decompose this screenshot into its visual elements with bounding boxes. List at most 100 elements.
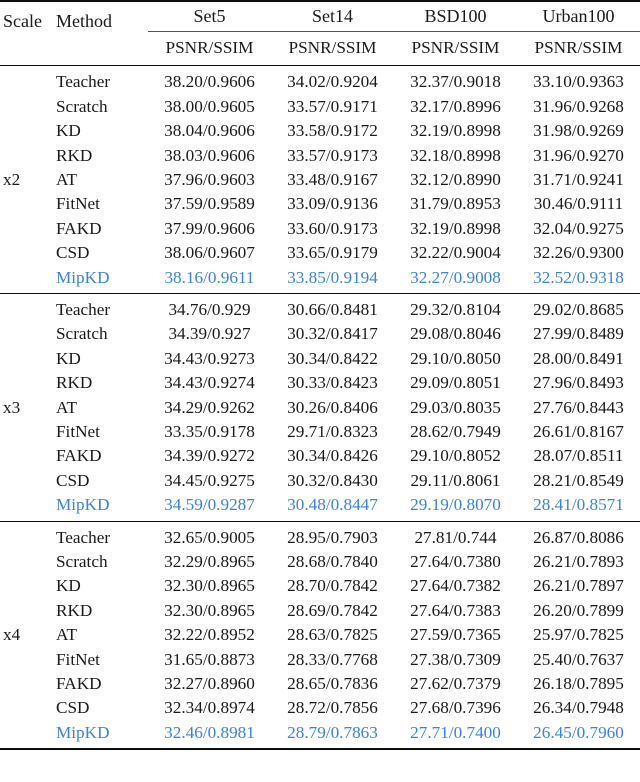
scale-cell-empty <box>0 371 50 395</box>
metric-cell-urban100: 26.87/0.8086 <box>533 527 624 547</box>
method-name-cell: AT <box>56 169 78 189</box>
table-row: CSD 34.45/0.9275 30.32/0.8430 29.11/0.8061 2… <box>0 469 640 493</box>
metric-cell-set14: 33.48/0.9167 <box>287 169 378 189</box>
metric-cell-set14: 33.60/0.9173 <box>287 218 378 238</box>
scale-label-x2: x2 <box>3 169 21 189</box>
table-row: Scratch 38.00/0.9605 33.57/0.9171 32.17/0.8… <box>0 95 640 119</box>
method-name-cell: MipKD <box>56 495 110 515</box>
table-row: FitNet 33.35/0.9178 29.71/0.8323 28.62/0.79… <box>0 420 640 444</box>
method-name-cell: FAKD <box>56 218 102 238</box>
scale-cell-empty <box>0 95 50 119</box>
method-name-cell: RKD <box>56 373 93 393</box>
column-group-header-set14: Set14 <box>311 6 353 26</box>
scale-cell-empty <box>0 144 50 168</box>
metric-cell-bsd100: 32.17/0.8996 <box>410 96 501 116</box>
scale-cell-empty <box>0 550 50 574</box>
table-row: FAKD 32.27/0.8960 28.65/0.7836 27.62/0.7379… <box>0 672 640 696</box>
metric-cell-urban100: 31.96/0.9270 <box>533 145 624 165</box>
column-header-method: Method <box>56 11 112 32</box>
metric-cell-set5: 32.30/0.8965 <box>164 600 255 620</box>
metric-cell-urban100: 27.96/0.8493 <box>533 373 624 393</box>
scale-cell-empty <box>0 493 50 521</box>
column-group-header-urban100: Urban100 <box>542 6 615 26</box>
metric-cell-urban100: 30.46/0.9111 <box>533 194 624 214</box>
metric-cell-urban100: 29.02/0.8685 <box>533 299 624 319</box>
metric-cell-urban100: 33.10/0.9363 <box>533 72 624 92</box>
metric-cell-urban100: 32.52/0.9318 <box>533 267 624 287</box>
metric-cell-set14: 28.72/0.7856 <box>287 698 378 718</box>
metric-cell-set5: 34.39/0.9272 <box>164 446 255 466</box>
table-row: MipKD 38.16/0.9611 33.85/0.9194 32.27/0.900… <box>0 266 640 294</box>
metric-cell-set14: 28.33/0.7768 <box>287 649 378 669</box>
metric-header-urban100: PSNR/SSIM <box>534 38 623 58</box>
metric-cell-bsd100: 32.12/0.8990 <box>410 169 501 189</box>
metric-cell-bsd100: 29.09/0.8051 <box>410 373 501 393</box>
metric-cell-set5: 38.20/0.9606 <box>164 72 255 92</box>
metric-cell-bsd100: 27.38/0.7309 <box>410 649 501 669</box>
metric-cell-bsd100: 27.59/0.7365 <box>410 625 501 645</box>
metric-cell-set5: 34.76/0.929 <box>168 299 251 319</box>
metric-cell-bsd100: 31.79/0.8953 <box>410 194 501 214</box>
scale-cell-empty <box>0 721 50 749</box>
metric-cell-bsd100: 32.37/0.9018 <box>410 72 501 92</box>
table-row: RKD 32.30/0.8965 28.69/0.7842 27.64/0.7383 2… <box>0 599 640 623</box>
metric-cell-set14: 30.34/0.8422 <box>287 348 378 368</box>
scale-cell-empty <box>0 192 50 216</box>
method-name-cell: RKD <box>56 145 93 165</box>
metric-cell-bsd100: 29.08/0.8046 <box>410 324 501 344</box>
table-row: x4 AT 32.22/0.8952 28.63/0.7825 27.59/0.7365… <box>0 623 640 647</box>
metric-cell-set5: 32.27/0.8960 <box>164 674 255 694</box>
metric-cell-urban100: 31.71/0.9241 <box>533 169 624 189</box>
metric-cell-bsd100: 32.19/0.8998 <box>410 121 501 141</box>
metric-header-set5: PSNR/SSIM <box>165 38 254 58</box>
metric-cell-set14: 30.32/0.8417 <box>287 324 378 344</box>
table-row: FitNet 37.59/0.9589 33.09/0.9136 31.79/0.89… <box>0 192 640 216</box>
metric-cell-set5: 32.46/0.8981 <box>164 722 255 742</box>
metric-cell-set14: 30.32/0.8430 <box>287 470 378 490</box>
metric-cell-urban100: 27.99/0.8489 <box>533 324 624 344</box>
metric-cell-set14: 30.26/0.8406 <box>287 397 378 417</box>
scale-cell-empty <box>0 420 50 444</box>
metric-cell-urban100: 27.76/0.8443 <box>533 397 624 417</box>
table-row: x2 AT 37.96/0.9603 33.48/0.9167 32.12/0.8990… <box>0 168 640 192</box>
table-row: Scratch 32.29/0.8965 28.68/0.7840 27.64/0.7… <box>0 550 640 574</box>
metric-cell-bsd100: 27.62/0.7379 <box>410 674 501 694</box>
metric-cell-set5: 34.43/0.9273 <box>164 348 255 368</box>
metric-cell-set14: 30.66/0.8481 <box>287 299 378 319</box>
header-metric-row: PSNR/SSIM PSNR/SSIM PSNR/SSIM PSNR/SSIM <box>0 32 640 66</box>
scale-cell-empty <box>0 266 50 294</box>
scale-cell-empty <box>0 599 50 623</box>
method-name-cell: Scratch <box>56 96 108 116</box>
table-row: x3 AT 34.29/0.9262 30.26/0.8406 29.03/0.8035… <box>0 396 640 420</box>
metric-cell-set5: 34.29/0.9262 <box>164 397 255 417</box>
table-row: Scratch 34.39/0.927 30.32/0.8417 29.08/0.80… <box>0 322 640 346</box>
scale-cell-empty <box>0 444 50 468</box>
method-name-cell: Scratch <box>56 324 108 344</box>
metric-cell-set14: 28.65/0.7836 <box>287 674 378 694</box>
table-row: Teacher 38.20/0.9606 34.02/0.9204 32.37/0.9… <box>0 66 640 94</box>
metric-cell-urban100: 26.21/0.7893 <box>533 552 624 572</box>
method-name-cell: FAKD <box>56 446 102 466</box>
scale-cell-empty <box>0 322 50 346</box>
scale-cell-empty <box>0 696 50 720</box>
table-row: MipKD 34.59/0.9287 30.48/0.8447 29.19/0.807… <box>0 493 640 521</box>
method-name-cell: Teacher <box>56 527 111 547</box>
metric-cell-set5: 33.35/0.9178 <box>164 421 255 441</box>
metric-cell-set14: 30.48/0.8447 <box>287 495 378 515</box>
metric-cell-set5: 38.03/0.9606 <box>164 145 255 165</box>
metric-cell-set5: 32.29/0.8965 <box>164 552 255 572</box>
metric-cell-urban100: 26.45/0.7960 <box>533 722 624 742</box>
method-name-cell: AT <box>56 625 78 645</box>
metric-cell-bsd100: 28.62/0.7949 <box>410 421 501 441</box>
metric-cell-set5: 34.45/0.9275 <box>164 470 255 490</box>
metric-cell-urban100: 26.61/0.8167 <box>533 421 624 441</box>
metric-cell-set5: 38.04/0.9606 <box>164 121 255 141</box>
metric-cell-set14: 28.95/0.7903 <box>287 527 378 547</box>
method-name-cell: KD <box>56 121 81 141</box>
metric-cell-urban100: 31.96/0.9268 <box>533 96 624 116</box>
metric-cell-urban100: 25.40/0.7637 <box>533 649 624 669</box>
metric-cell-set14: 28.68/0.7840 <box>287 552 378 572</box>
metric-cell-urban100: 26.34/0.7948 <box>533 698 624 718</box>
method-name-cell: FitNet <box>56 649 100 669</box>
table-row: KD 32.30/0.8965 28.70/0.7842 27.64/0.7382 26… <box>0 574 640 598</box>
